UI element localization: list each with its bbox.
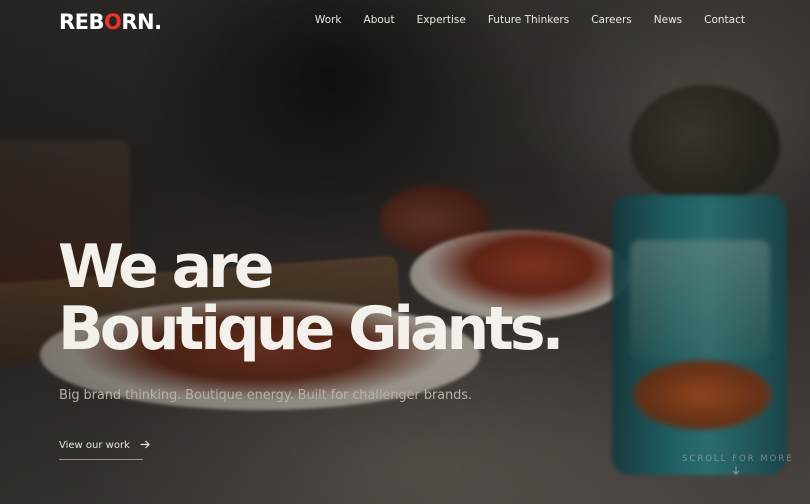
hero-subline: Big brand thinking. Boutique energy. Bui…: [59, 388, 472, 403]
nav-item-contact[interactable]: Contact: [704, 13, 745, 27]
scroll-label: SCROLL FOR MORE: [682, 454, 794, 464]
arrow-down-icon: [682, 466, 790, 478]
main-nav: Work About Expertise Future Thinkers Car…: [293, 13, 745, 27]
cta-label: View our work: [59, 440, 130, 451]
hero-headline-line-2: Boutique Giants.: [58, 294, 564, 364]
arrow-right-icon: [140, 440, 150, 451]
nav-item-work[interactable]: Work: [315, 13, 342, 27]
logo-text-end: RN.: [121, 10, 162, 34]
hero-headline: We are Boutique Giants.: [58, 232, 564, 364]
logo-text-start: REB: [59, 10, 105, 34]
nav-item-careers[interactable]: Careers: [591, 13, 632, 27]
hero-headline-line-1: We are: [58, 232, 274, 302]
view-our-work-link[interactable]: View our work: [59, 440, 150, 460]
nav-item-expertise[interactable]: Expertise: [417, 13, 466, 27]
nav-item-news[interactable]: News: [654, 13, 682, 27]
nav-item-about[interactable]: About: [364, 13, 395, 27]
logo[interactable]: REBORN.: [59, 9, 162, 35]
logo-accent-letter: O: [104, 10, 122, 34]
nav-item-future-thinkers[interactable]: Future Thinkers: [488, 13, 569, 27]
scroll-indicator[interactable]: SCROLL FOR MORE: [682, 454, 794, 478]
site-header: REBORN. Work About Expertise Future Thin…: [0, 0, 810, 44]
